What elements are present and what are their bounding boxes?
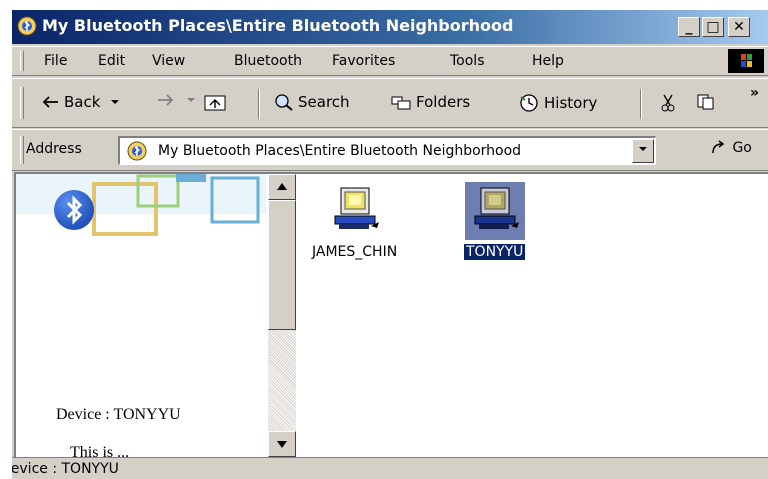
- menu-view[interactable]: View: [152, 53, 185, 69]
- standard-toolbar: Back Search Folders History »: [12, 78, 768, 128]
- menu-file[interactable]: File: [44, 53, 67, 69]
- menu-tools[interactable]: Tools: [450, 53, 485, 69]
- chevron-down-icon: [639, 147, 647, 151]
- computer-icon: [325, 182, 385, 240]
- forward-button[interactable]: [156, 93, 196, 107]
- arrow-up-icon: [277, 183, 287, 190]
- windows-logo-icon: [728, 49, 764, 73]
- toolbar-separator: [640, 89, 642, 119]
- back-button[interactable]: Back: [40, 93, 120, 111]
- go-label: Go: [732, 140, 752, 156]
- copy-icon: [697, 94, 714, 110]
- device-item[interactable]: TONYYU: [464, 182, 526, 260]
- vertical-scrollbar[interactable]: [268, 174, 296, 457]
- menu-bluetooth[interactable]: Bluetooth: [234, 53, 302, 69]
- menu-grip[interactable]: [20, 51, 24, 71]
- cut-button[interactable]: [660, 93, 676, 113]
- folders-label: Folders: [416, 93, 471, 111]
- search-button[interactable]: Search: [274, 93, 350, 111]
- content-area: Device : TONYYU This is ... JAMES_CHIN T…: [14, 172, 768, 457]
- menu-edit[interactable]: Edit: [98, 53, 125, 69]
- history-button[interactable]: History: [518, 93, 597, 113]
- computer-icon: [464, 182, 525, 240]
- status-text: Device : TONYYU: [12, 461, 119, 477]
- back-dropdown-icon[interactable]: [110, 98, 120, 106]
- bluetooth-logo-icon: [54, 190, 94, 230]
- menu-favorites[interactable]: Favorites: [332, 53, 395, 69]
- up-folder-icon: [204, 95, 226, 111]
- bluetooth-places-icon: [17, 16, 37, 36]
- go-button[interactable]: Go: [710, 140, 752, 156]
- search-icon: [275, 94, 293, 111]
- menu-bar: File Edit View Bluetooth Favorites Tools…: [12, 46, 768, 76]
- toolbar-separator: [258, 89, 260, 119]
- address-value: My Bluetooth Places\Entire Bluetooth Nei…: [158, 143, 522, 159]
- scroll-up-button[interactable]: [268, 174, 296, 200]
- folders-button[interactable]: Folders: [390, 93, 470, 111]
- window-title: My Bluetooth Places\Entire Bluetooth Nei…: [42, 16, 514, 35]
- go-arrow-icon: [712, 140, 725, 154]
- toolbar-chevron[interactable]: »: [750, 85, 759, 101]
- address-input[interactable]: My Bluetooth Places\Entire Bluetooth Nei…: [118, 136, 656, 165]
- address-label: Address: [26, 141, 82, 157]
- title-bar[interactable]: My Bluetooth Places\Entire Bluetooth Nei…: [12, 10, 768, 44]
- address-dropdown-button[interactable]: [632, 139, 654, 163]
- folders-icon: [391, 96, 411, 110]
- forward-arrow-icon: [158, 94, 174, 106]
- close-button[interactable]: ✕: [728, 17, 750, 37]
- status-bar: Device : TONYYU: [12, 457, 768, 479]
- device-item[interactable]: JAMES_CHIN: [310, 182, 399, 260]
- address-bar: Address My Bluetooth Places\Entire Bluet…: [12, 129, 768, 171]
- arrow-down-icon: [277, 441, 287, 448]
- copy-button[interactable]: [696, 93, 716, 111]
- forward-dropdown-icon[interactable]: [186, 96, 196, 104]
- scroll-thumb[interactable]: [268, 200, 296, 330]
- device-info-label: Device : TONYYU: [56, 406, 181, 423]
- scissors-icon: [661, 94, 675, 112]
- menu-help[interactable]: Help: [532, 53, 564, 69]
- maximize-button[interactable]: □: [702, 17, 724, 37]
- back-arrow-icon: [42, 96, 58, 108]
- up-folder-button[interactable]: [204, 93, 226, 111]
- back-label: Back: [64, 93, 101, 111]
- history-icon: [520, 94, 538, 112]
- history-label: History: [544, 94, 598, 112]
- minimize-button[interactable]: _: [678, 17, 700, 37]
- device-name: JAMES_CHIN: [312, 244, 398, 260]
- device-name: TONYYU: [464, 244, 526, 260]
- address-grip[interactable]: [20, 136, 24, 164]
- bluetooth-places-icon: [127, 141, 147, 161]
- web-view-pane: Device : TONYYU This is ...: [16, 174, 266, 457]
- scroll-down-button[interactable]: [268, 431, 296, 457]
- explorer-window: My Bluetooth Places\Entire Bluetooth Nei…: [12, 10, 768, 479]
- search-label: Search: [298, 93, 350, 111]
- toolbar-grip[interactable]: [20, 87, 24, 119]
- device-description: This is ...: [70, 444, 130, 457]
